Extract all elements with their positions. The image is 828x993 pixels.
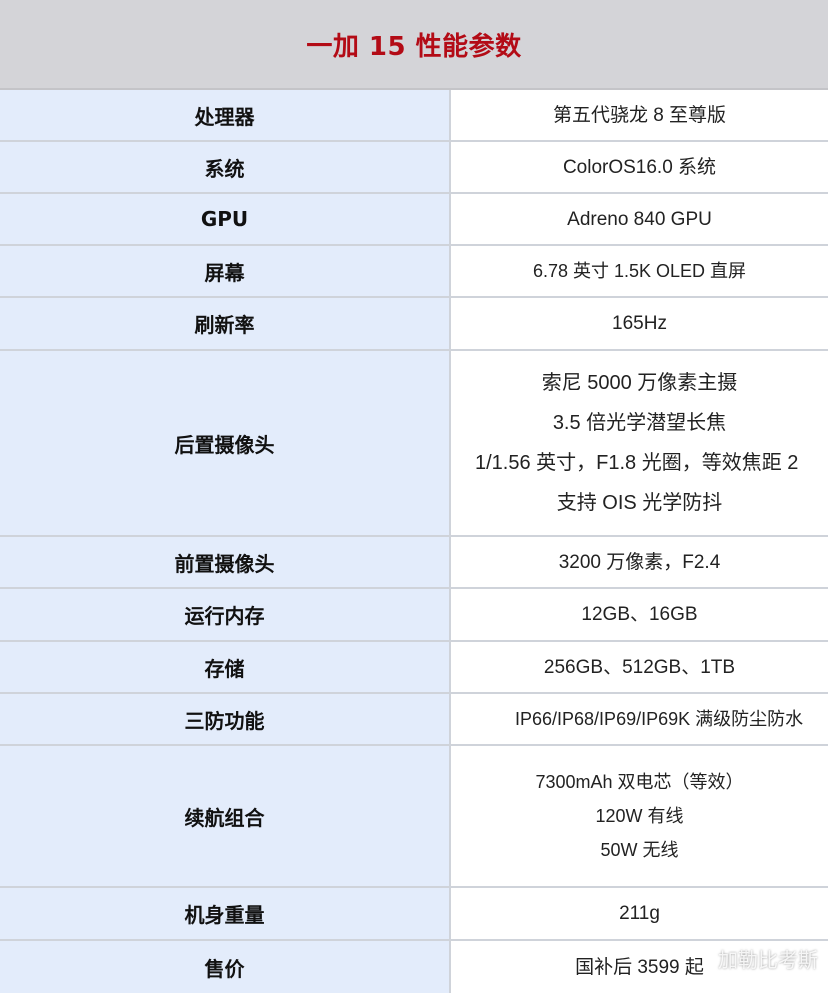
value-line: 国补后 3599 起 (575, 956, 704, 978)
table-row: 续航组合 7300mAh 双电芯（等效） 120W 有线 50W 无线 (0, 746, 828, 888)
spec-table: 处理器 第五代骁龙 8 至尊版 系统 ColorOS16.0 系统 GPU Ad… (0, 90, 828, 993)
value-line: 165Hz (612, 313, 667, 334)
row-label: 处理器 (0, 90, 451, 140)
row-value: 12GB、16GB (451, 589, 828, 640)
table-row: GPU Adreno 840 GPU (0, 194, 828, 246)
row-value: 6.78 英寸 1.5K OLED 直屏 (451, 246, 828, 296)
value-line: ColorOS16.0 系统 (562, 156, 717, 178)
value-line: 支持 OIS 光学防抖 (556, 492, 723, 514)
row-value: IP66/IP68/IP69/IP69K 满级防尘防水 (451, 694, 828, 744)
row-label: 机身重量 (0, 888, 451, 939)
row-label: 刷新率 (0, 298, 451, 349)
row-label: 屏幕 (0, 246, 451, 296)
row-label: 前置摄像头 (0, 537, 451, 587)
row-label: 运行内存 (0, 589, 451, 640)
value-line: Adreno 840 GPU (567, 208, 712, 230)
value-line: 7300mAh 双电芯（等效） (535, 772, 744, 792)
table-row: 后置摄像头 索尼 5000 万像素主摄 3.5 倍光学潜望长焦 1/1.56 英… (0, 351, 828, 537)
value-line: 3200 万像素，F2.4 (558, 551, 721, 573)
value-line: 211g (619, 903, 660, 924)
table-row: 运行内存 12GB、16GB (0, 589, 828, 642)
row-label: 三防功能 (0, 694, 451, 744)
table-row: 售价 国补后 3599 起 (0, 941, 828, 993)
row-value: 211g (451, 888, 828, 939)
table-row: 刷新率 165Hz (0, 298, 828, 351)
row-value: 第五代骁龙 8 至尊版 (451, 90, 828, 140)
table-row: 三防功能 IP66/IP68/IP69/IP69K 满级防尘防水 (0, 694, 828, 746)
row-value: ColorOS16.0 系统 (451, 142, 828, 192)
value-line: 120W 有线 (595, 806, 684, 826)
table-row: 屏幕 6.78 英寸 1.5K OLED 直屏 (0, 246, 828, 298)
value-line: 12GB、16GB (581, 604, 698, 625)
row-label: 续航组合 (0, 746, 451, 886)
table-header: 一加 15 性能参数 (0, 0, 828, 90)
row-label: 系统 (0, 142, 451, 192)
value-line: 索尼 5000 万像素主摄 (541, 372, 738, 394)
value-line: 6.78 英寸 1.5K OLED 直屏 (532, 261, 747, 281)
page-title: 一加 15 性能参数 (306, 31, 522, 62)
table-row: 机身重量 211g (0, 888, 828, 941)
watermark: 加勒比考斯 (718, 948, 818, 972)
value-line: IP66/IP68/IP69/IP69K 满级防尘防水 (515, 709, 804, 729)
value-line: 1/1.56 英寸，F1.8 光圈，等效焦距 2 (475, 452, 799, 474)
table-row: 前置摄像头 3200 万像素，F2.4 (0, 537, 828, 589)
row-label: 存储 (0, 642, 451, 692)
value-line: 50W 无线 (600, 840, 679, 860)
row-label: 后置摄像头 (0, 351, 451, 535)
row-value: Adreno 840 GPU (451, 194, 828, 244)
table-row: 系统 ColorOS16.0 系统 (0, 142, 828, 194)
row-value: 256GB、512GB、1TB (451, 642, 828, 692)
row-value: 3200 万像素，F2.4 (451, 537, 828, 587)
row-value: 7300mAh 双电芯（等效） 120W 有线 50W 无线 (451, 746, 828, 886)
row-value: 165Hz (451, 298, 828, 349)
table-row: 处理器 第五代骁龙 8 至尊版 (0, 90, 828, 142)
row-label: GPU (0, 194, 451, 244)
table-row: 存储 256GB、512GB、1TB (0, 642, 828, 694)
value-line: 3.5 倍光学潜望长焦 (552, 412, 727, 434)
value-line: 256GB、512GB、1TB (543, 656, 736, 678)
value-line: 第五代骁龙 8 至尊版 (552, 104, 727, 126)
row-value: 索尼 5000 万像素主摄 3.5 倍光学潜望长焦 1/1.56 英寸，F1.8… (451, 351, 828, 535)
row-label: 售价 (0, 941, 451, 993)
